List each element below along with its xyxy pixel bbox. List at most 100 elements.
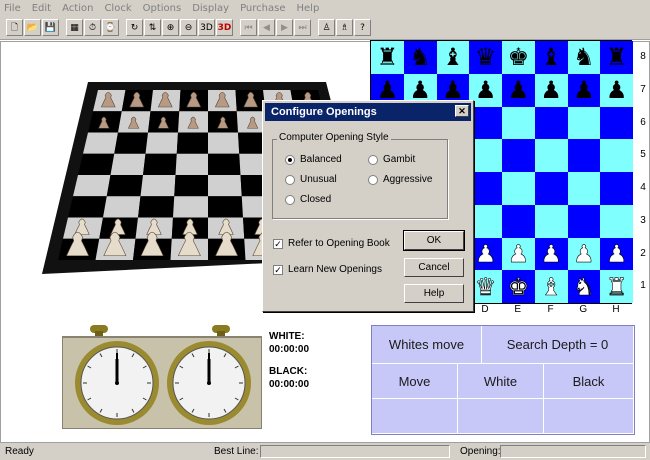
board-icon[interactable]: ▦ — [66, 19, 83, 36]
board-square[interactable] — [502, 172, 535, 205]
board-square[interactable] — [469, 204, 502, 238]
board-square[interactable]: ♟ — [502, 73, 535, 107]
radio-balanced[interactable]: Balanced — [285, 154, 342, 165]
ok-button[interactable]: OK — [403, 230, 465, 251]
board-square[interactable] — [600, 204, 633, 238]
board-square[interactable]: ♟ — [567, 237, 601, 271]
board-3d-square[interactable] — [83, 132, 118, 154]
black-rook-piece[interactable]: ♜ — [377, 45, 399, 69]
checkbox-learn-new[interactable]: ✓ Learn New Openings — [273, 264, 382, 275]
board-square[interactable] — [534, 139, 568, 172]
board-square[interactable]: ♛ — [469, 41, 502, 74]
black-pawn-piece[interactable]: ♟ — [508, 78, 530, 102]
hint-icon[interactable]: ? — [354, 19, 371, 36]
help-button[interactable]: Help — [404, 284, 464, 303]
black-pawn-piece[interactable]: ♟ — [377, 78, 399, 102]
board-square[interactable]: ♟ — [567, 73, 601, 107]
board-3d-square[interactable] — [103, 196, 141, 218]
black-rook-piece[interactable]: ♜ — [606, 45, 628, 69]
board-square[interactable]: ♟ — [469, 237, 502, 271]
board-square[interactable] — [469, 139, 502, 172]
menu-help[interactable]: Help — [297, 3, 320, 14]
board-3d-square[interactable] — [78, 153, 115, 175]
board-3d-square[interactable] — [208, 196, 243, 218]
board-square[interactable] — [502, 204, 535, 238]
board-square[interactable] — [502, 106, 535, 140]
board-square[interactable]: ♞ — [403, 41, 437, 74]
first-icon[interactable]: ⏮ — [240, 19, 257, 36]
radio-unusual[interactable]: Unusual — [285, 174, 337, 185]
board-3d-square[interactable] — [174, 175, 208, 197]
open-icon[interactable]: 📂 — [24, 19, 41, 36]
board-square[interactable] — [469, 106, 502, 140]
white-pawn-piece[interactable]: ♟ — [475, 242, 497, 267]
board-square[interactable]: ♟ — [502, 237, 535, 271]
rotate-icon[interactable]: ↻ — [126, 19, 143, 36]
black-pawn-piece[interactable]: ♟ — [540, 78, 562, 102]
board-3d-square[interactable] — [140, 175, 176, 197]
black-pawn-piece[interactable]: ♟ — [573, 78, 595, 102]
menu-options[interactable]: Options — [143, 3, 182, 14]
flip-icon[interactable]: ⇅ — [144, 19, 161, 36]
board-square[interactable]: ♝ — [534, 41, 568, 74]
board-square[interactable] — [600, 106, 633, 140]
board-3d-square[interactable] — [73, 175, 111, 197]
board-3d-square[interactable] — [68, 196, 107, 218]
board-3d-square[interactable] — [173, 196, 208, 218]
view-3d-icon[interactable]: 3D — [198, 19, 215, 36]
board-3d-square[interactable] — [106, 175, 143, 197]
board-3d-square[interactable] — [138, 196, 175, 218]
board-square[interactable]: ♟ — [534, 237, 568, 271]
board-3d-square[interactable] — [143, 153, 177, 175]
board-square[interactable]: ♜ — [600, 41, 633, 74]
board-square[interactable]: ♞ — [567, 41, 601, 74]
next-icon[interactable]: ▶ — [276, 19, 293, 36]
board-square[interactable]: ♟ — [534, 73, 568, 107]
black-pawn-piece[interactable]: ♟ — [409, 78, 431, 102]
black-pawn-piece[interactable]: ♟ — [606, 78, 628, 102]
black-pawn-piece[interactable]: ♟ — [442, 78, 464, 102]
white-queen-piece[interactable]: ♛ — [475, 274, 497, 299]
board-square[interactable]: ♞ — [567, 270, 601, 303]
move-icon[interactable]: ♙ — [318, 19, 335, 36]
board-3d-square[interactable] — [110, 153, 146, 175]
board-square[interactable]: ♜ — [371, 41, 404, 74]
white-knight-piece[interactable]: ♞ — [573, 274, 595, 299]
menu-edit[interactable]: Edit — [32, 3, 51, 14]
save-icon[interactable]: 💾 — [42, 19, 59, 36]
white-rook-piece[interactable]: ♜ — [606, 274, 628, 299]
menu-clock[interactable]: Clock — [104, 3, 131, 14]
menu-purchase[interactable]: Purchase — [240, 3, 285, 14]
board-square[interactable]: ♟ — [469, 73, 502, 107]
board-3d-square[interactable] — [114, 132, 148, 154]
board-3d-square[interactable] — [176, 132, 208, 154]
close-icon[interactable]: ✕ — [455, 105, 469, 117]
black-bishop-piece[interactable]: ♝ — [540, 45, 562, 69]
white-pawn-piece[interactable]: ♟ — [606, 242, 628, 267]
board-3d-square[interactable] — [208, 175, 242, 197]
board-square[interactable] — [534, 204, 568, 238]
radio-aggressive[interactable]: Aggressive — [368, 174, 432, 185]
new-icon[interactable]: 🗋 — [6, 19, 23, 36]
board-square[interactable]: ♝ — [436, 41, 470, 74]
black-queen-piece[interactable]: ♛ — [475, 45, 497, 69]
prev-icon[interactable]: ◀ — [258, 19, 275, 36]
board-square[interactable]: ♜ — [600, 270, 633, 303]
board-square[interactable] — [567, 106, 601, 140]
radio-gambit[interactable]: Gambit — [368, 154, 415, 165]
board-square[interactable] — [567, 204, 601, 238]
white-pawn-piece[interactable]: ♟ — [573, 242, 595, 267]
board-square[interactable]: ♛ — [469, 270, 502, 303]
menu-display[interactable]: Display — [192, 3, 229, 14]
black-bishop-piece[interactable]: ♝ — [442, 45, 464, 69]
white-king-piece[interactable]: ♚ — [507, 274, 529, 299]
board-square[interactable]: ♚ — [502, 270, 535, 303]
board-square[interactable] — [469, 172, 502, 205]
board-square[interactable]: ♝ — [534, 270, 568, 303]
clock-alt-icon[interactable]: ⌚ — [102, 19, 119, 36]
board-square[interactable] — [567, 139, 601, 172]
board-3d-square[interactable] — [208, 132, 240, 154]
view-3d-red-icon[interactable]: 3D — [216, 19, 233, 36]
cancel-button[interactable]: Cancel — [404, 258, 464, 277]
radio-closed[interactable]: Closed — [285, 194, 331, 205]
